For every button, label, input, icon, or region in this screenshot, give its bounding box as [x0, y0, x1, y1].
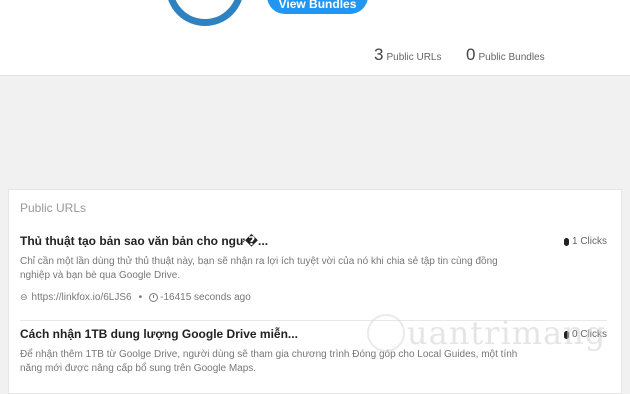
public-urls-label: Public URLs	[386, 52, 442, 63]
separator-dot: •	[138, 292, 143, 303]
stat-public-bundles[interactable]: 0 Public Bundles	[466, 45, 545, 65]
watermark-icon	[367, 314, 405, 352]
avatar[interactable]	[166, 0, 244, 26]
profile-header: View Bundles 3 Public URLs 0 Public Bund…	[0, 0, 630, 76]
clicks-count: 1 Clicks	[563, 236, 607, 247]
url-title[interactable]: Thủ thuật tạo bản sao văn bản cho ngư�..…	[20, 234, 268, 248]
clock-icon	[149, 293, 159, 302]
link-icon: ⊖	[20, 292, 28, 302]
public-urls-count: 3	[374, 45, 384, 64]
url-description: Để nhận thêm 1TB từ Goolge Drive, người …	[20, 349, 518, 374]
view-bundles-button[interactable]: View Bundles	[267, 0, 368, 14]
short-url-link[interactable]: https://linkfox.io/6LJS6	[32, 292, 132, 303]
url-item[interactable]: Thủ thuật tạo bản sao văn bản cho ngư�..…	[20, 234, 607, 321]
public-urls-card: Public URLs Thủ thuật tạo bản sao văn bả…	[8, 189, 622, 394]
url-title[interactable]: Cách nhận 1TB dung lượng Google Drive mi…	[20, 327, 298, 341]
watermark-text: uantrimang	[407, 314, 607, 352]
url-description: Chỉ cần một lần dùng thử thủ thuật này, …	[20, 256, 498, 281]
card-title: Public URLs	[20, 201, 87, 215]
clicks-label: 1 Clicks	[571, 236, 607, 247]
url-time: -16415 seconds ago	[160, 292, 251, 303]
watermark-logo: uantrimang	[367, 314, 606, 352]
url-meta: ⊖ https://linkfox.io/6LJS6 • -16415 seco…	[20, 292, 251, 303]
stat-public-urls[interactable]: 3 Public URLs	[374, 45, 442, 65]
public-bundles-count: 0	[466, 45, 476, 64]
public-bundles-label: Public Bundles	[478, 52, 545, 63]
mouse-icon	[563, 237, 569, 246]
